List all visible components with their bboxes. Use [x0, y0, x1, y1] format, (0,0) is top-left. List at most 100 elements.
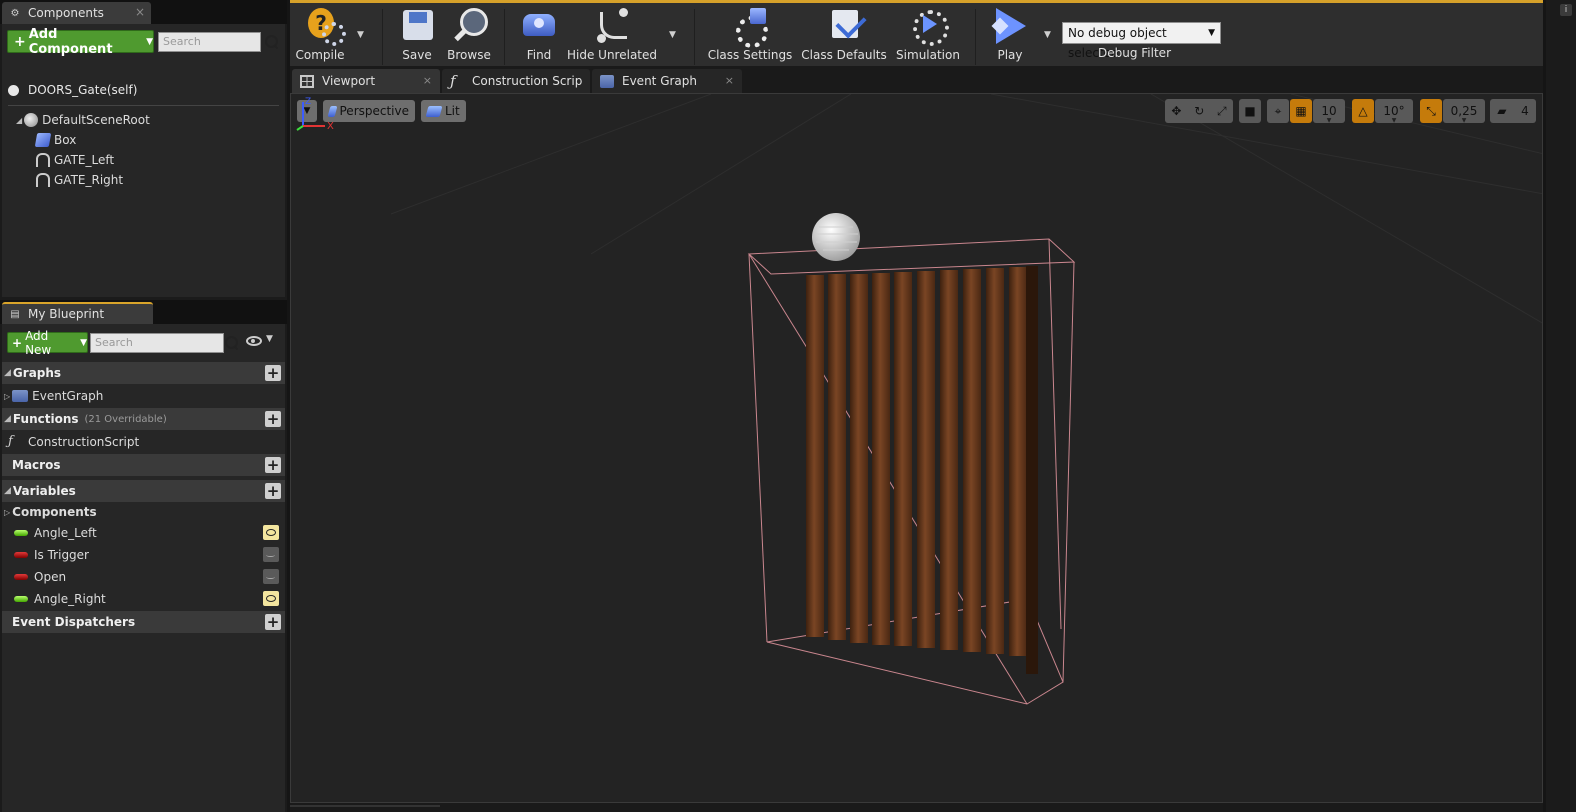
graph-item-eventgraph[interactable]: ▷ EventGraph [2, 385, 285, 407]
add-event-dispatcher-button[interactable]: + [265, 614, 281, 630]
chevron-down-icon[interactable]: ▼ [266, 334, 273, 344]
browse-label: Browse [447, 48, 491, 62]
chevron-down-icon: ▼ [1391, 117, 1397, 124]
tab-viewport[interactable]: Viewport × [292, 69, 440, 93]
add-graph-button[interactable]: + [265, 365, 281, 381]
camera-speed-button[interactable]: ▰ 4 [1490, 99, 1536, 123]
hide-unrelated-chevron-icon[interactable]: ▼ [669, 30, 676, 40]
variable-angle-left[interactable]: Angle_Left [2, 522, 285, 544]
variable-is-trigger[interactable]: Is Trigger [2, 544, 285, 566]
compile-options-chevron-icon[interactable]: ▼ [357, 30, 364, 40]
section-variables[interactable]: ◢ Variables + [2, 480, 285, 502]
close-icon[interactable]: × [423, 74, 432, 87]
play-label: Play [997, 48, 1023, 62]
world-local-toggle[interactable]: ■ [1239, 99, 1261, 123]
browse-button[interactable]: Browse [446, 6, 492, 66]
debug-object-select[interactable]: No debug object selected ▼ [1062, 22, 1221, 60]
components-search-input[interactable]: Search [158, 32, 261, 52]
add-function-button[interactable]: + [265, 411, 281, 427]
close-icon[interactable]: × [135, 5, 145, 19]
add-variable-button[interactable]: + [265, 483, 281, 499]
search-icon[interactable] [224, 335, 240, 351]
tree-item-gate-right[interactable]: GATE_Right [16, 170, 150, 190]
save-button[interactable]: Save [398, 6, 436, 66]
class-defaults-button[interactable]: Class Defaults [801, 6, 887, 66]
expand-triangle-icon[interactable]: ▷ [4, 508, 10, 517]
collapse-triangle-icon[interactable]: ◢ [4, 368, 11, 378]
section-label: Event Dispatchers [12, 615, 136, 629]
hide-unrelated-button[interactable]: Hide Unrelated [567, 6, 657, 66]
rotation-snap-value[interactable]: 10° ▼ [1375, 99, 1413, 124]
surface-snap-button[interactable]: ⌖ [1267, 99, 1289, 123]
scene-root-sphere[interactable] [812, 213, 860, 261]
eye-icon[interactable] [263, 525, 279, 540]
scale-snap-value[interactable]: 0,25 ▼ [1443, 99, 1485, 124]
actor-icon [8, 84, 19, 96]
grid-snap-toggle[interactable]: ▦ [1290, 99, 1312, 123]
function-item-constructionscript[interactable]: ƒ ConstructionScript [2, 431, 285, 453]
rotate-icon[interactable]: ↻ [1194, 104, 1204, 118]
tree-item-box[interactable]: Box [16, 130, 150, 150]
add-component-label: Add Component [28, 26, 113, 57]
tree-item-default-scene-root[interactable]: ◢ DefaultSceneRoot [16, 110, 150, 130]
play-icon [992, 6, 1028, 44]
variable-label: Is Trigger [34, 548, 89, 562]
camera-icon: ▰ [1497, 104, 1507, 118]
expand-triangle-icon[interactable]: ▷ [4, 392, 10, 401]
toolbar-divider [975, 9, 976, 65]
components-tab[interactable]: ⚙ Components × [2, 2, 151, 24]
variable-angle-right[interactable]: Angle_Right [2, 588, 285, 610]
angle-icon: △ [1358, 104, 1368, 118]
eye-closed-icon[interactable] [263, 569, 279, 584]
my-blueprint-tab[interactable]: ▤ My Blueprint [2, 302, 153, 324]
search-icon[interactable] [264, 34, 280, 50]
scale-snap-toggle[interactable]: ⤡ [1420, 99, 1442, 123]
rotation-snap-toggle[interactable]: △ [1352, 99, 1374, 123]
section-functions[interactable]: ◢ Functions (21 Overridable) + [2, 408, 285, 430]
info-icon[interactable]: i [1560, 4, 1572, 16]
add-component-button[interactable]: + Add Component ▼ [7, 27, 154, 57]
simulation-button[interactable]: Simulation [896, 6, 960, 66]
grid-snap-value[interactable]: 10 ▼ [1313, 99, 1345, 124]
eye-icon[interactable] [263, 591, 279, 606]
tree-item-gate-left[interactable]: GATE_Left [16, 150, 150, 170]
find-label: Find [526, 48, 552, 62]
toolbar-divider [694, 9, 695, 65]
compile-button[interactable]: Compile [295, 6, 346, 66]
tab-construction-script[interactable]: ƒ Construction Scrip [442, 69, 590, 93]
section-label: Graphs [12, 366, 62, 380]
bool-type-icon [14, 574, 28, 580]
viewport[interactable]: ▼ Perspective Lit ✥ ↻ ⤢ ■ ⌖ ▦ 10 ▼ △ 10°… [290, 93, 1543, 803]
variable-category-components[interactable]: ▷ Components [2, 501, 285, 523]
eye-closed-icon[interactable] [263, 547, 279, 562]
self-item[interactable]: DOORS_Gate(self) [8, 83, 137, 97]
scene-root-icon [24, 113, 39, 127]
section-macros[interactable]: Macros + [2, 454, 285, 476]
components-tab-label: Components [28, 6, 104, 20]
save-label: Save [402, 48, 432, 62]
section-event-dispatchers[interactable]: Event Dispatchers + [2, 611, 285, 633]
collapse-triangle-icon[interactable]: ◢ [4, 486, 11, 496]
axis-x-label: X [327, 121, 334, 132]
blueprint-search-input[interactable]: Search [90, 333, 224, 353]
add-macro-button[interactable]: + [265, 457, 281, 473]
play-options-chevron-icon[interactable]: ▼ [1044, 30, 1051, 40]
lit-button[interactable]: Lit [421, 100, 466, 122]
close-icon[interactable]: × [725, 74, 734, 87]
scale-icon[interactable]: ⤢ [1217, 104, 1227, 119]
play-button[interactable]: Play [990, 6, 1030, 66]
class-settings-button[interactable]: Class Settings [708, 6, 792, 66]
collapse-triangle-icon[interactable]: ◢ [4, 414, 11, 424]
section-graphs[interactable]: ◢ Graphs + [2, 362, 285, 384]
wooden-gate-mesh[interactable] [806, 266, 1038, 674]
add-new-button[interactable]: + Add New ▼ [7, 329, 88, 357]
eye-icon[interactable] [246, 336, 262, 346]
translate-icon[interactable]: ✥ [1171, 104, 1181, 118]
my-blueprint-tabbar: ▤ My Blueprint [0, 300, 287, 324]
expand-triangle-icon[interactable]: ◢ [16, 116, 22, 125]
find-button[interactable]: Find [521, 6, 557, 66]
variable-open[interactable]: Open [2, 566, 285, 588]
static-mesh-icon [36, 153, 50, 167]
right-details-strip: i [1546, 0, 1576, 812]
tab-event-graph[interactable]: Event Graph × [592, 69, 742, 93]
